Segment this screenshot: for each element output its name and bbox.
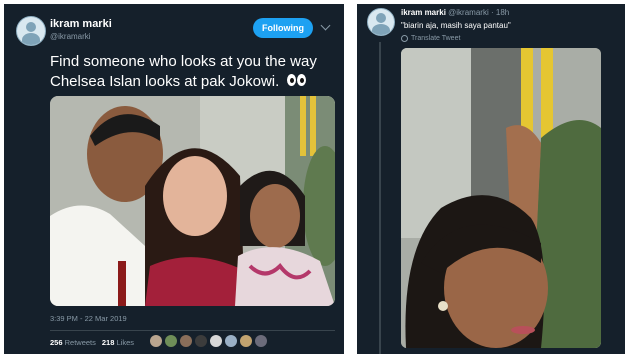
author-name[interactable]: ikram marki: [401, 8, 446, 17]
tweet-photo[interactable]: [50, 96, 335, 306]
liker-avatar[interactable]: [150, 335, 162, 347]
translate-label: Translate Tweet: [411, 35, 461, 42]
likes-count: 218: [101, 338, 115, 347]
reply-photo[interactable]: [401, 48, 601, 348]
author-handle[interactable]: @ikramarki: [50, 32, 91, 41]
likes-label: Likes: [116, 338, 134, 347]
thread-line: [379, 42, 381, 354]
tweet-panel-left: ikram marki @ikramarki Following Find so…: [4, 4, 344, 354]
liker-avatar[interactable]: [180, 335, 192, 347]
author-avatar[interactable]: [367, 8, 395, 36]
photo-illustration: [401, 48, 601, 348]
liker-avatar[interactable]: [195, 335, 207, 347]
likes-stat[interactable]: 218 Likes: [102, 338, 134, 347]
globe-icon: [401, 35, 408, 42]
tweet-timestamp[interactable]: 3:39 PM - 22 Mar 2019: [50, 314, 127, 323]
photo-illustration: [50, 96, 335, 306]
liker-avatar[interactable]: [255, 335, 267, 347]
liker-avatar[interactable]: [225, 335, 237, 347]
author-handle[interactable]: @ikramarki: [448, 8, 489, 17]
reply-header: ikram marki @ikramarki · 18h: [401, 8, 509, 17]
author-name[interactable]: ikram marki: [50, 18, 112, 30]
chevron-down-icon[interactable]: [320, 20, 331, 31]
tweet-panel-right: ikram marki @ikramarki · 18h "biarin aja…: [357, 4, 625, 354]
retweets-label: Retweets: [64, 338, 96, 347]
author-avatar[interactable]: [16, 16, 46, 46]
tweet-text-content: Find someone who looks at you the way Ch…: [50, 53, 317, 90]
retweets-count: 256: [50, 338, 63, 347]
following-button[interactable]: Following: [253, 18, 313, 38]
liker-avatar[interactable]: [210, 335, 222, 347]
divider: [50, 330, 335, 331]
liker-avatar[interactable]: [165, 335, 177, 347]
reply-text: "biarin aja, masih saya pantau": [401, 21, 511, 30]
retweets-stat[interactable]: 256 Retweets: [50, 338, 96, 347]
separator: ·: [490, 8, 494, 17]
liker-avatar[interactable]: [240, 335, 252, 347]
translate-link[interactable]: Translate Tweet: [401, 35, 460, 42]
eyes-icon: [287, 72, 307, 92]
tweet-text: Find someone who looks at you the way Ch…: [50, 52, 335, 92]
tweet-time[interactable]: 18h: [496, 8, 509, 17]
tweet-stats: 256 Retweets 218 Likes: [50, 338, 134, 347]
liker-avatars: [150, 335, 267, 347]
